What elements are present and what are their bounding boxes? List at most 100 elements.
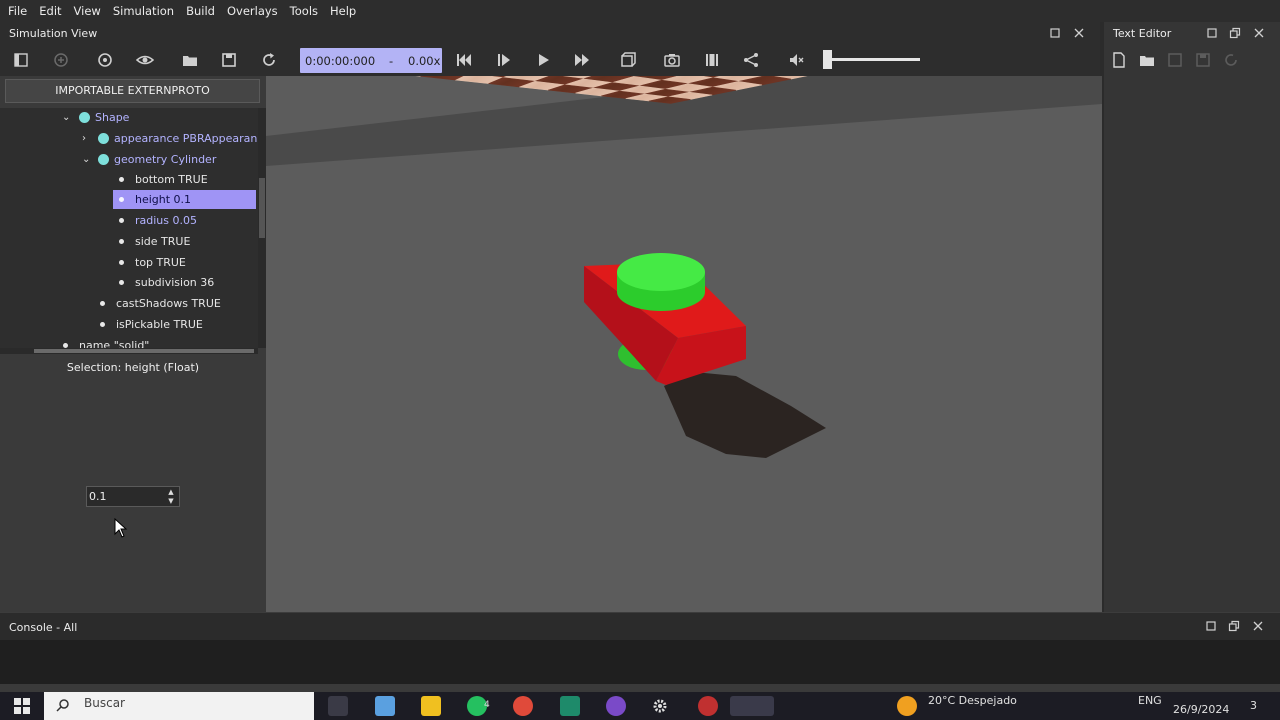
tree-field-label: height 0.1 (135, 193, 192, 206)
tree-vertical-scrollbar[interactable] (258, 108, 266, 348)
mouse-cursor-icon (114, 518, 128, 538)
close-icon[interactable] (1073, 27, 1085, 39)
settings-gear-icon[interactable] (652, 698, 668, 714)
3d-scene[interactable] (266, 76, 1102, 612)
menu-simulation[interactable]: Simulation (107, 0, 180, 22)
tree-field-name[interactable]: name "solid" (0, 336, 258, 348)
tree-field-top[interactable]: top TRUE (0, 253, 258, 272)
menu-help[interactable]: Help (324, 0, 362, 22)
maximize-icon[interactable] (1206, 27, 1218, 39)
reset-simulation-icon[interactable] (455, 51, 473, 69)
float-window-icon[interactable] (1229, 27, 1241, 39)
tree-field-castshadows[interactable]: castShadows TRUE (0, 294, 258, 313)
importable-externproto-button[interactable]: IMPORTABLE EXTERNPROTO (5, 79, 260, 103)
field-dot-icon (100, 322, 105, 327)
revert-file-icon[interactable] (1222, 51, 1240, 69)
screenshot-camera-icon[interactable] (663, 51, 681, 69)
add-node-icon[interactable] (52, 51, 70, 69)
field-dot-icon (119, 280, 124, 285)
tree-field-side[interactable]: side TRUE (0, 232, 258, 251)
console-output[interactable] (0, 640, 1280, 685)
menu-overlays[interactable]: Overlays (221, 0, 284, 22)
simulation-view-title: Simulation View (9, 27, 98, 40)
webots-taskbar-icon[interactable] (730, 696, 774, 716)
chevron-down-icon[interactable]: ⌄ (62, 108, 72, 127)
tree-field-height-selected[interactable]: height 0.1 (113, 190, 256, 209)
chevron-down-icon[interactable]: ⌄ (82, 150, 92, 169)
tree-field-subdivision[interactable]: subdivision 36 (0, 273, 258, 292)
menu-build[interactable]: Build (180, 0, 221, 22)
field-dot-icon (119, 260, 124, 265)
fast-forward-icon[interactable] (573, 51, 591, 69)
console-title: Console - All (9, 621, 78, 634)
menu-file[interactable]: File (2, 0, 33, 22)
chrome-icon[interactable] (513, 696, 533, 716)
whatsapp-badge: 4 (484, 700, 490, 710)
search-icon (56, 699, 69, 712)
tree-field-radius[interactable]: radius 0.05 (0, 211, 258, 230)
scrollbar-thumb[interactable] (259, 178, 265, 238)
spin-down-arrow-icon[interactable]: ▼ (166, 497, 176, 505)
tree-field-label: castShadows TRUE (116, 297, 221, 310)
maximize-icon[interactable] (1205, 620, 1217, 632)
volume-slider-track[interactable] (826, 58, 920, 61)
3d-viewport[interactable] (266, 76, 1102, 612)
close-icon[interactable] (1253, 27, 1265, 39)
reset-view-icon[interactable] (96, 51, 114, 69)
reload-world-icon[interactable] (260, 51, 278, 69)
save-world-icon[interactable] (220, 51, 238, 69)
float-window-icon[interactable] (1228, 620, 1240, 632)
menu-edit[interactable]: Edit (33, 0, 67, 22)
open-file-icon[interactable] (1138, 51, 1156, 69)
notification-count[interactable]: 3 (1250, 699, 1257, 712)
sticky-notes-icon[interactable] (421, 696, 441, 716)
simulation-view-header: Simulation View (0, 22, 1100, 44)
windows-start-icon[interactable] (14, 698, 30, 714)
height-value-input[interactable] (89, 489, 161, 504)
open-world-icon[interactable] (181, 51, 199, 69)
tree-node-geometry[interactable]: ⌄ geometry Cylinder (0, 150, 258, 169)
spin-up-arrow-icon[interactable]: ▲ (166, 488, 176, 496)
tree-field-ispickable[interactable]: isPickable TRUE (0, 315, 258, 334)
text-editor-title: Text Editor (1113, 27, 1172, 40)
tree-field-label: side TRUE (135, 235, 191, 248)
share-icon[interactable] (742, 51, 760, 69)
close-icon[interactable] (1252, 620, 1264, 632)
taskbar-search-box[interactable]: Buscar (44, 692, 314, 720)
tree-horizontal-scrollbar[interactable] (0, 348, 258, 354)
new-file-icon[interactable] (1110, 51, 1128, 69)
app-icon[interactable] (560, 696, 580, 716)
volume-slider-handle[interactable] (823, 50, 832, 69)
file-explorer-icon[interactable] (375, 696, 395, 716)
maximize-icon[interactable] (1049, 27, 1061, 39)
weather-text: 20°C Despejado (928, 694, 1017, 707)
volume-mute-icon[interactable] (787, 51, 805, 69)
rendering-toggle-icon[interactable] (619, 51, 637, 69)
tree-field-label: isPickable TRUE (116, 318, 203, 331)
tree-field-bottom[interactable]: bottom TRUE (0, 170, 258, 189)
console-panel: Console - All (0, 612, 1280, 685)
tree-node-appearance[interactable]: › appearance PBRAppearance (0, 129, 258, 148)
tree-node-label: Shape (95, 111, 130, 124)
record-movie-icon[interactable] (703, 51, 721, 69)
taskbar-date[interactable]: 26/9/2024 (1173, 703, 1229, 716)
save-file-icon[interactable] (1166, 51, 1184, 69)
scrollbar-thumb[interactable] (34, 349, 254, 353)
app-icon[interactable] (698, 696, 718, 716)
play-icon[interactable] (535, 51, 553, 69)
step-icon[interactable] (495, 51, 513, 69)
app-icon[interactable] (606, 696, 626, 716)
save-all-icon[interactable] (1194, 51, 1212, 69)
tree-node-shape[interactable]: ⌄ Shape (0, 108, 258, 127)
toggle-scene-tree-icon[interactable] (12, 51, 30, 69)
menu-view[interactable]: View (68, 0, 107, 22)
field-dot-icon (119, 177, 124, 182)
task-view-icon[interactable] (328, 696, 348, 716)
menu-bar: File Edit View Simulation Build Overlays… (0, 0, 1280, 22)
height-value-spinbox[interactable]: ▲ ▼ (86, 486, 180, 507)
menu-tools[interactable]: Tools (284, 0, 324, 22)
console-scrollbar[interactable] (0, 684, 1280, 692)
visibility-eye-icon[interactable] (136, 51, 154, 69)
chevron-right-icon[interactable]: › (82, 129, 92, 148)
language-indicator[interactable]: ENG (1138, 694, 1162, 707)
